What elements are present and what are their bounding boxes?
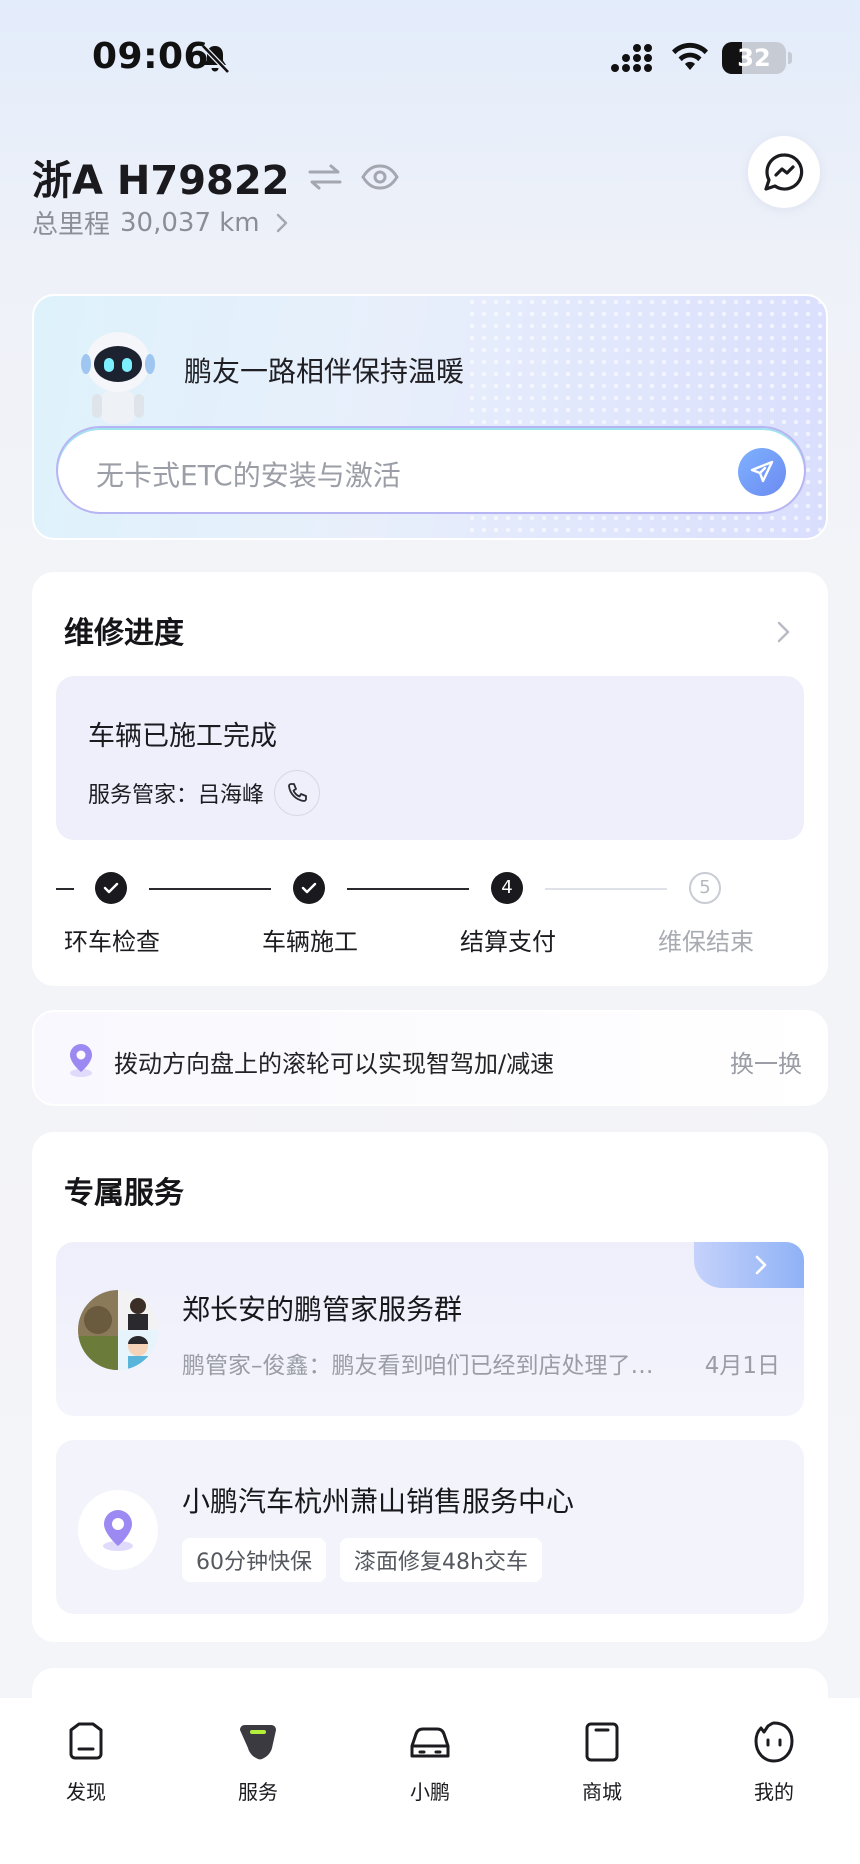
store-tag: 60分钟快保 [182, 1538, 326, 1582]
assistant-card: 鹏友一路相伴保持温暖 无卡式ETC的安装与激活 [32, 294, 828, 540]
service-store[interactable]: 小鹏汽车杭州萧山销售服务中心 60分钟快保 漆面修复48h交车 [56, 1440, 804, 1614]
step-label: 维保结束 [658, 928, 754, 956]
call-advisor-button[interactable] [274, 770, 321, 816]
step-connector [56, 888, 74, 890]
exclusive-services-card: 专属服务 郑长安的鹏管家服务群 鹏管家–俊鑫：鹏友看到咱们已经到店处理了… 4月… [32, 1132, 828, 1642]
group-chat-date: 4月1日 [704, 1353, 780, 1379]
phone-icon [288, 783, 307, 802]
progress-steps: 4 5 环车检查 车辆施工 结算支付 维保结束 [32, 872, 828, 962]
chevron-right-icon [755, 1255, 767, 1275]
services-title: 专属服务 [64, 1176, 184, 1211]
check-icon [301, 882, 317, 894]
repair-status-box: 车辆已施工完成 服务管家： 吕海峰 [56, 676, 804, 840]
advisor-name: 吕海峰 [198, 783, 265, 808]
discover-icon [69, 1722, 103, 1760]
store-tag: 漆面修复48h交车 [340, 1538, 542, 1582]
location-pin-icon [103, 1510, 133, 1551]
assistant-greeting: 鹏友一路相伴保持温暖 [184, 355, 465, 388]
group-chat-title: 郑长安的鹏管家服务群 [182, 1293, 463, 1326]
chevron-right-icon[interactable] [776, 620, 792, 644]
store-icon-wrap [78, 1490, 158, 1570]
assistant-input[interactable]: 无卡式ETC的安装与激活 [56, 426, 806, 514]
wifi-icon [672, 42, 708, 70]
status-bar: 09:06 32 [0, 0, 860, 120]
assistant-input-placeholder: 无卡式ETC的安装与激活 [96, 459, 401, 492]
license-plate[interactable]: 浙A H79822 [32, 148, 290, 206]
tab-label: 商城 [582, 1780, 622, 1804]
tab-label: 服务 [238, 1780, 278, 1804]
tab-mall[interactable]: 商城 [547, 1718, 657, 1805]
group-avatar [78, 1290, 158, 1370]
refresh-tip-button[interactable]: 换一换 [730, 1044, 802, 1079]
tab-label: 发现 [66, 1780, 106, 1804]
tab-service[interactable]: 服务 [203, 1718, 313, 1805]
chevron-right-icon [276, 213, 287, 232]
battery-percent: 32 [737, 44, 771, 72]
bell-muted-icon [201, 44, 230, 74]
step-label: 环车检查 [64, 928, 160, 956]
advisor-label: 服务管家： [88, 783, 199, 808]
bottom-tab-bar: 发现 服务 小鹏 商城 我的 [0, 1698, 860, 1864]
step-connector [545, 888, 667, 890]
store-tags: 60分钟快保 漆面修复48h交车 [182, 1538, 556, 1582]
mileage-label: 总里程 [32, 210, 111, 240]
service-advisor-row: 服务管家： 吕海峰 [88, 770, 321, 816]
step-marker-pending: 5 [689, 872, 721, 904]
tab-label: 小鹏 [410, 1780, 450, 1804]
robot-mascot-icon [81, 332, 155, 424]
tip-bar: 拨动方向盘上的滚轮可以实现智驾加/减速 换一换 [32, 1010, 828, 1106]
repair-title: 维修进度 [64, 616, 184, 651]
car-icon [410, 1727, 450, 1758]
send-button[interactable] [738, 448, 786, 496]
group-chat-last-message: 鹏管家–俊鑫：鹏友看到咱们已经到店处理了… [182, 1353, 654, 1379]
paper-plane-icon [750, 460, 774, 483]
swap-vehicle-icon[interactable] [306, 162, 344, 192]
tab-discover[interactable]: 发现 [31, 1718, 141, 1805]
tab-label: 我的 [754, 1780, 794, 1804]
step-label: 车辆施工 [262, 928, 358, 956]
repair-status-text: 车辆已施工完成 [88, 721, 277, 752]
step-marker [293, 872, 325, 904]
tip-text: 拨动方向盘上的滚轮可以实现智驾加/减速 [114, 1050, 555, 1078]
status-time: 09:06 [92, 36, 210, 77]
service-icon [240, 1725, 276, 1760]
cellular-signal-icon [611, 44, 652, 72]
repair-progress-card[interactable]: 维修进度 车辆已施工完成 服务管家： 吕海峰 4 5 环车检查 车辆施工 结算支… [32, 572, 828, 986]
eye-icon[interactable] [360, 162, 400, 192]
profile-icon [754, 1721, 794, 1763]
step-marker-current: 4 [491, 872, 523, 904]
step-marker [95, 872, 127, 904]
battery-indicator: 32 [722, 42, 786, 74]
check-icon [103, 882, 119, 894]
step-label: 结算支付 [460, 928, 556, 956]
mall-icon [585, 1722, 619, 1762]
vehicle-header: 浙A H79822 [32, 148, 400, 206]
mileage-value: 30,037 km [120, 207, 260, 238]
group-ribbon [694, 1242, 804, 1288]
store-name: 小鹏汽车杭州萧山销售服务中心 [182, 1485, 575, 1518]
chat-bubble-icon [764, 153, 804, 191]
tab-profile[interactable]: 我的 [719, 1718, 829, 1805]
step-connector [149, 888, 271, 890]
location-pin-icon [70, 1044, 92, 1077]
battery-tip [788, 52, 792, 64]
mileage-row[interactable]: 总里程 30,037 km [32, 204, 292, 241]
service-group-chat[interactable]: 郑长安的鹏管家服务群 鹏管家–俊鑫：鹏友看到咱们已经到店处理了… 4月1日 [56, 1242, 804, 1416]
step-connector [347, 888, 469, 890]
message-button[interactable] [748, 136, 820, 208]
tab-xpeng[interactable]: 小鹏 [375, 1718, 485, 1805]
